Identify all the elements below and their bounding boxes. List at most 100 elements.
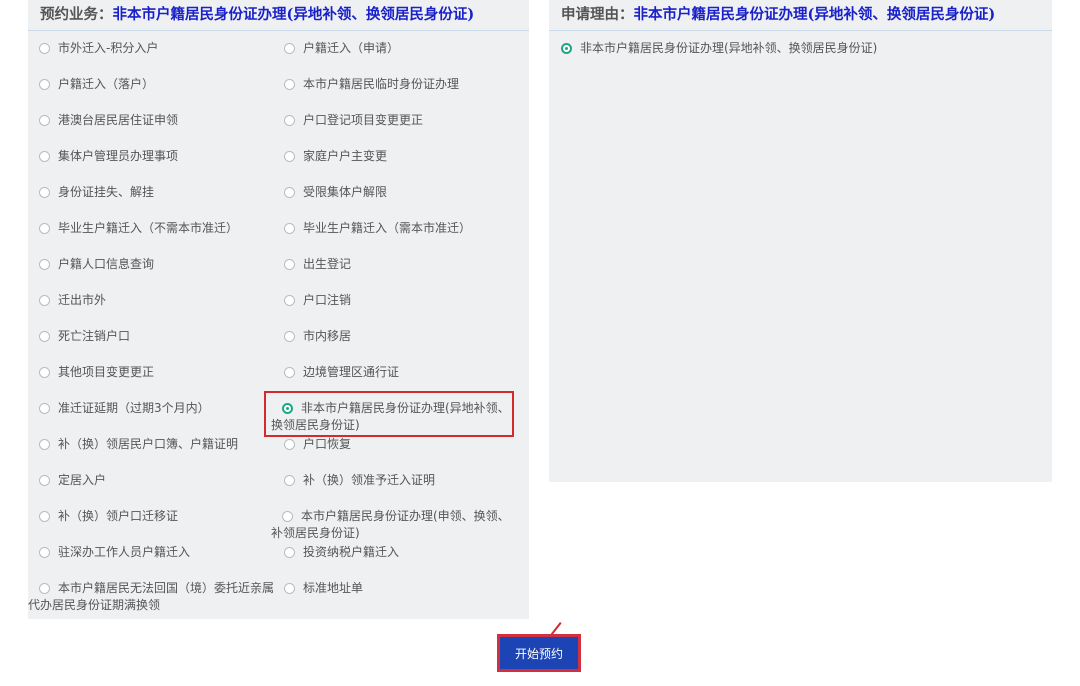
option-label: 迁出市外 (58, 293, 107, 307)
option-radio-15[interactable]: 户口注销 (284, 292, 351, 309)
radio-circle-icon[interactable] (284, 43, 295, 54)
radio-circle-icon[interactable] (39, 547, 50, 558)
radio-circle-icon[interactable] (39, 259, 50, 270)
option-label: 本市户籍居民身份证办理(申领、换领、补领居民身份证) (271, 509, 510, 540)
option-radio-30[interactable]: 本市户籍居民无法回国（境）委托近亲属代办居民身份证期满换领 (28, 580, 278, 614)
option-label: 补（换）领居民户口簿、户籍证明 (58, 437, 239, 451)
option-radio-11[interactable]: 毕业生户籍迁入（需本市准迁） (284, 220, 471, 237)
option-radio-25[interactable]: 补（换）领准予迁入证明 (284, 472, 435, 489)
option-label: 受限集体户解限 (303, 185, 388, 199)
radio-circle-icon[interactable] (284, 187, 295, 198)
radio-circle-icon[interactable] (284, 475, 295, 486)
radio-circle-icon[interactable] (284, 259, 295, 270)
radio-circle-icon[interactable] (39, 367, 50, 378)
radio-circle-icon[interactable] (39, 43, 50, 54)
radio-checked-icon[interactable] (282, 403, 293, 414)
radio-circle-icon[interactable] (284, 583, 295, 594)
option-label: 其他项目变更更正 (58, 365, 155, 379)
option-label: 本市户籍居民临时身份证办理 (303, 77, 460, 91)
radio-circle-icon[interactable] (39, 511, 50, 522)
radio-circle-icon[interactable] (282, 511, 293, 522)
option-label: 定居入户 (58, 473, 107, 487)
reason-value: 非本市户籍居民身份证办理(异地补领、换领居民身份证) (633, 6, 996, 23)
radio-circle-icon[interactable] (39, 439, 50, 450)
option-label: 家庭户户主变更 (303, 149, 388, 163)
option-radio-19[interactable]: 边境管理区通行证 (284, 364, 399, 381)
business-header: 预约业务：非本市户籍居民身份证办理(异地补领、换领居民身份证) (28, 0, 529, 31)
radio-circle-icon[interactable] (284, 547, 295, 558)
radio-circle-icon[interactable] (284, 367, 295, 378)
start-appointment-button[interactable]: 开始预约 (497, 634, 581, 672)
option-label: 市外迁入-积分入户 (58, 41, 159, 55)
option-radio-4[interactable]: 港澳台居民居住证申领 (39, 112, 178, 129)
reason-option-0[interactable]: 非本市户籍居民身份证办理(异地补领、换领居民身份证) (561, 40, 877, 57)
radio-circle-icon[interactable] (284, 79, 295, 90)
option-label: 出生登记 (303, 257, 352, 271)
radio-checked-icon[interactable] (561, 43, 572, 54)
option-radio-0[interactable]: 市外迁入-积分入户 (39, 40, 158, 57)
option-label: 户籍人口信息查询 (58, 257, 155, 271)
reason-option-label: 非本市户籍居民身份证办理(异地补领、换领居民身份证) (580, 41, 878, 55)
option-radio-9[interactable]: 受限集体户解限 (284, 184, 387, 201)
option-radio-29[interactable]: 投资纳税户籍迁入 (284, 544, 399, 561)
option-label: 户口注销 (303, 293, 352, 307)
business-value: 非本市户籍居民身份证办理(异地补领、换领居民身份证) (112, 6, 475, 23)
option-radio-18[interactable]: 其他项目变更更正 (39, 364, 154, 381)
radio-circle-icon[interactable] (284, 439, 295, 450)
option-radio-16[interactable]: 死亡注销户口 (39, 328, 130, 345)
option-label: 身份证挂失、解挂 (58, 185, 155, 199)
option-label: 补（换）领准予迁入证明 (303, 473, 436, 487)
option-radio-31[interactable]: 标准地址单 (284, 580, 363, 597)
option-radio-21[interactable]: 非本市户籍居民身份证办理(异地补领、换领居民身份证) (271, 400, 517, 434)
option-radio-27[interactable]: 本市户籍居民身份证办理(申领、换领、补领居民身份证) (271, 508, 517, 542)
option-radio-14[interactable]: 迁出市外 (39, 292, 106, 309)
option-label: 边境管理区通行证 (303, 365, 400, 379)
radio-circle-icon[interactable] (284, 331, 295, 342)
option-radio-8[interactable]: 身份证挂失、解挂 (39, 184, 154, 201)
radio-circle-icon[interactable] (39, 403, 50, 414)
option-radio-2[interactable]: 户籍迁入（落户） (39, 76, 154, 93)
option-label: 本市户籍居民无法回国（境）委托近亲属代办居民身份证期满换领 (28, 581, 275, 612)
option-radio-17[interactable]: 市内移居 (284, 328, 351, 345)
option-radio-22[interactable]: 补（换）领居民户口簿、户籍证明 (39, 436, 238, 453)
option-radio-28[interactable]: 驻深办工作人员户籍迁入 (39, 544, 190, 561)
option-label: 户口登记项目变更更正 (303, 113, 424, 127)
option-radio-6[interactable]: 集体户管理员办理事项 (39, 148, 178, 165)
option-label: 集体户管理员办理事项 (58, 149, 179, 163)
business-label: 预约业务： (40, 6, 113, 23)
radio-circle-icon[interactable] (39, 475, 50, 486)
option-label: 户籍迁入（落户） (58, 77, 155, 91)
option-radio-12[interactable]: 户籍人口信息查询 (39, 256, 154, 273)
option-label: 毕业生户籍迁入（需本市准迁） (303, 221, 472, 235)
option-radio-13[interactable]: 出生登记 (284, 256, 351, 273)
option-radio-3[interactable]: 本市户籍居民临时身份证办理 (284, 76, 459, 93)
option-label: 毕业生户籍迁入（不需本市准迁） (58, 221, 239, 235)
radio-circle-icon[interactable] (39, 187, 50, 198)
option-radio-20[interactable]: 准迁证延期（过期3个月内） (39, 400, 210, 417)
radio-circle-icon[interactable] (39, 115, 50, 126)
radio-circle-icon[interactable] (284, 223, 295, 234)
option-radio-26[interactable]: 补（换）领户口迁移证 (39, 508, 178, 525)
option-label: 港澳台居民居住证申领 (58, 113, 179, 127)
option-radio-7[interactable]: 家庭户户主变更 (284, 148, 387, 165)
reason-header: 申请理由：非本市户籍居民身份证办理(异地补领、换领居民身份证) (549, 0, 1052, 31)
reason-panel: 申请理由：非本市户籍居民身份证办理(异地补领、换领居民身份证) (549, 0, 1052, 482)
radio-circle-icon[interactable] (284, 295, 295, 306)
radio-circle-icon[interactable] (39, 295, 50, 306)
option-radio-24[interactable]: 定居入户 (39, 472, 106, 489)
option-radio-1[interactable]: 户籍迁入（申请） (284, 40, 399, 57)
option-radio-10[interactable]: 毕业生户籍迁入（不需本市准迁） (39, 220, 238, 237)
radio-circle-icon[interactable] (284, 151, 295, 162)
option-label: 标准地址单 (303, 581, 364, 595)
option-radio-5[interactable]: 户口登记项目变更更正 (284, 112, 423, 129)
option-radio-23[interactable]: 户口恢复 (284, 436, 351, 453)
radio-circle-icon[interactable] (39, 223, 50, 234)
radio-circle-icon[interactable] (284, 115, 295, 126)
option-label: 死亡注销户口 (58, 329, 131, 343)
radio-circle-icon[interactable] (39, 151, 50, 162)
radio-circle-icon[interactable] (39, 583, 50, 594)
radio-circle-icon[interactable] (39, 331, 50, 342)
radio-circle-icon[interactable] (39, 79, 50, 90)
option-label: 户籍迁入（申请） (303, 41, 400, 55)
reason-label: 申请理由： (561, 6, 634, 23)
